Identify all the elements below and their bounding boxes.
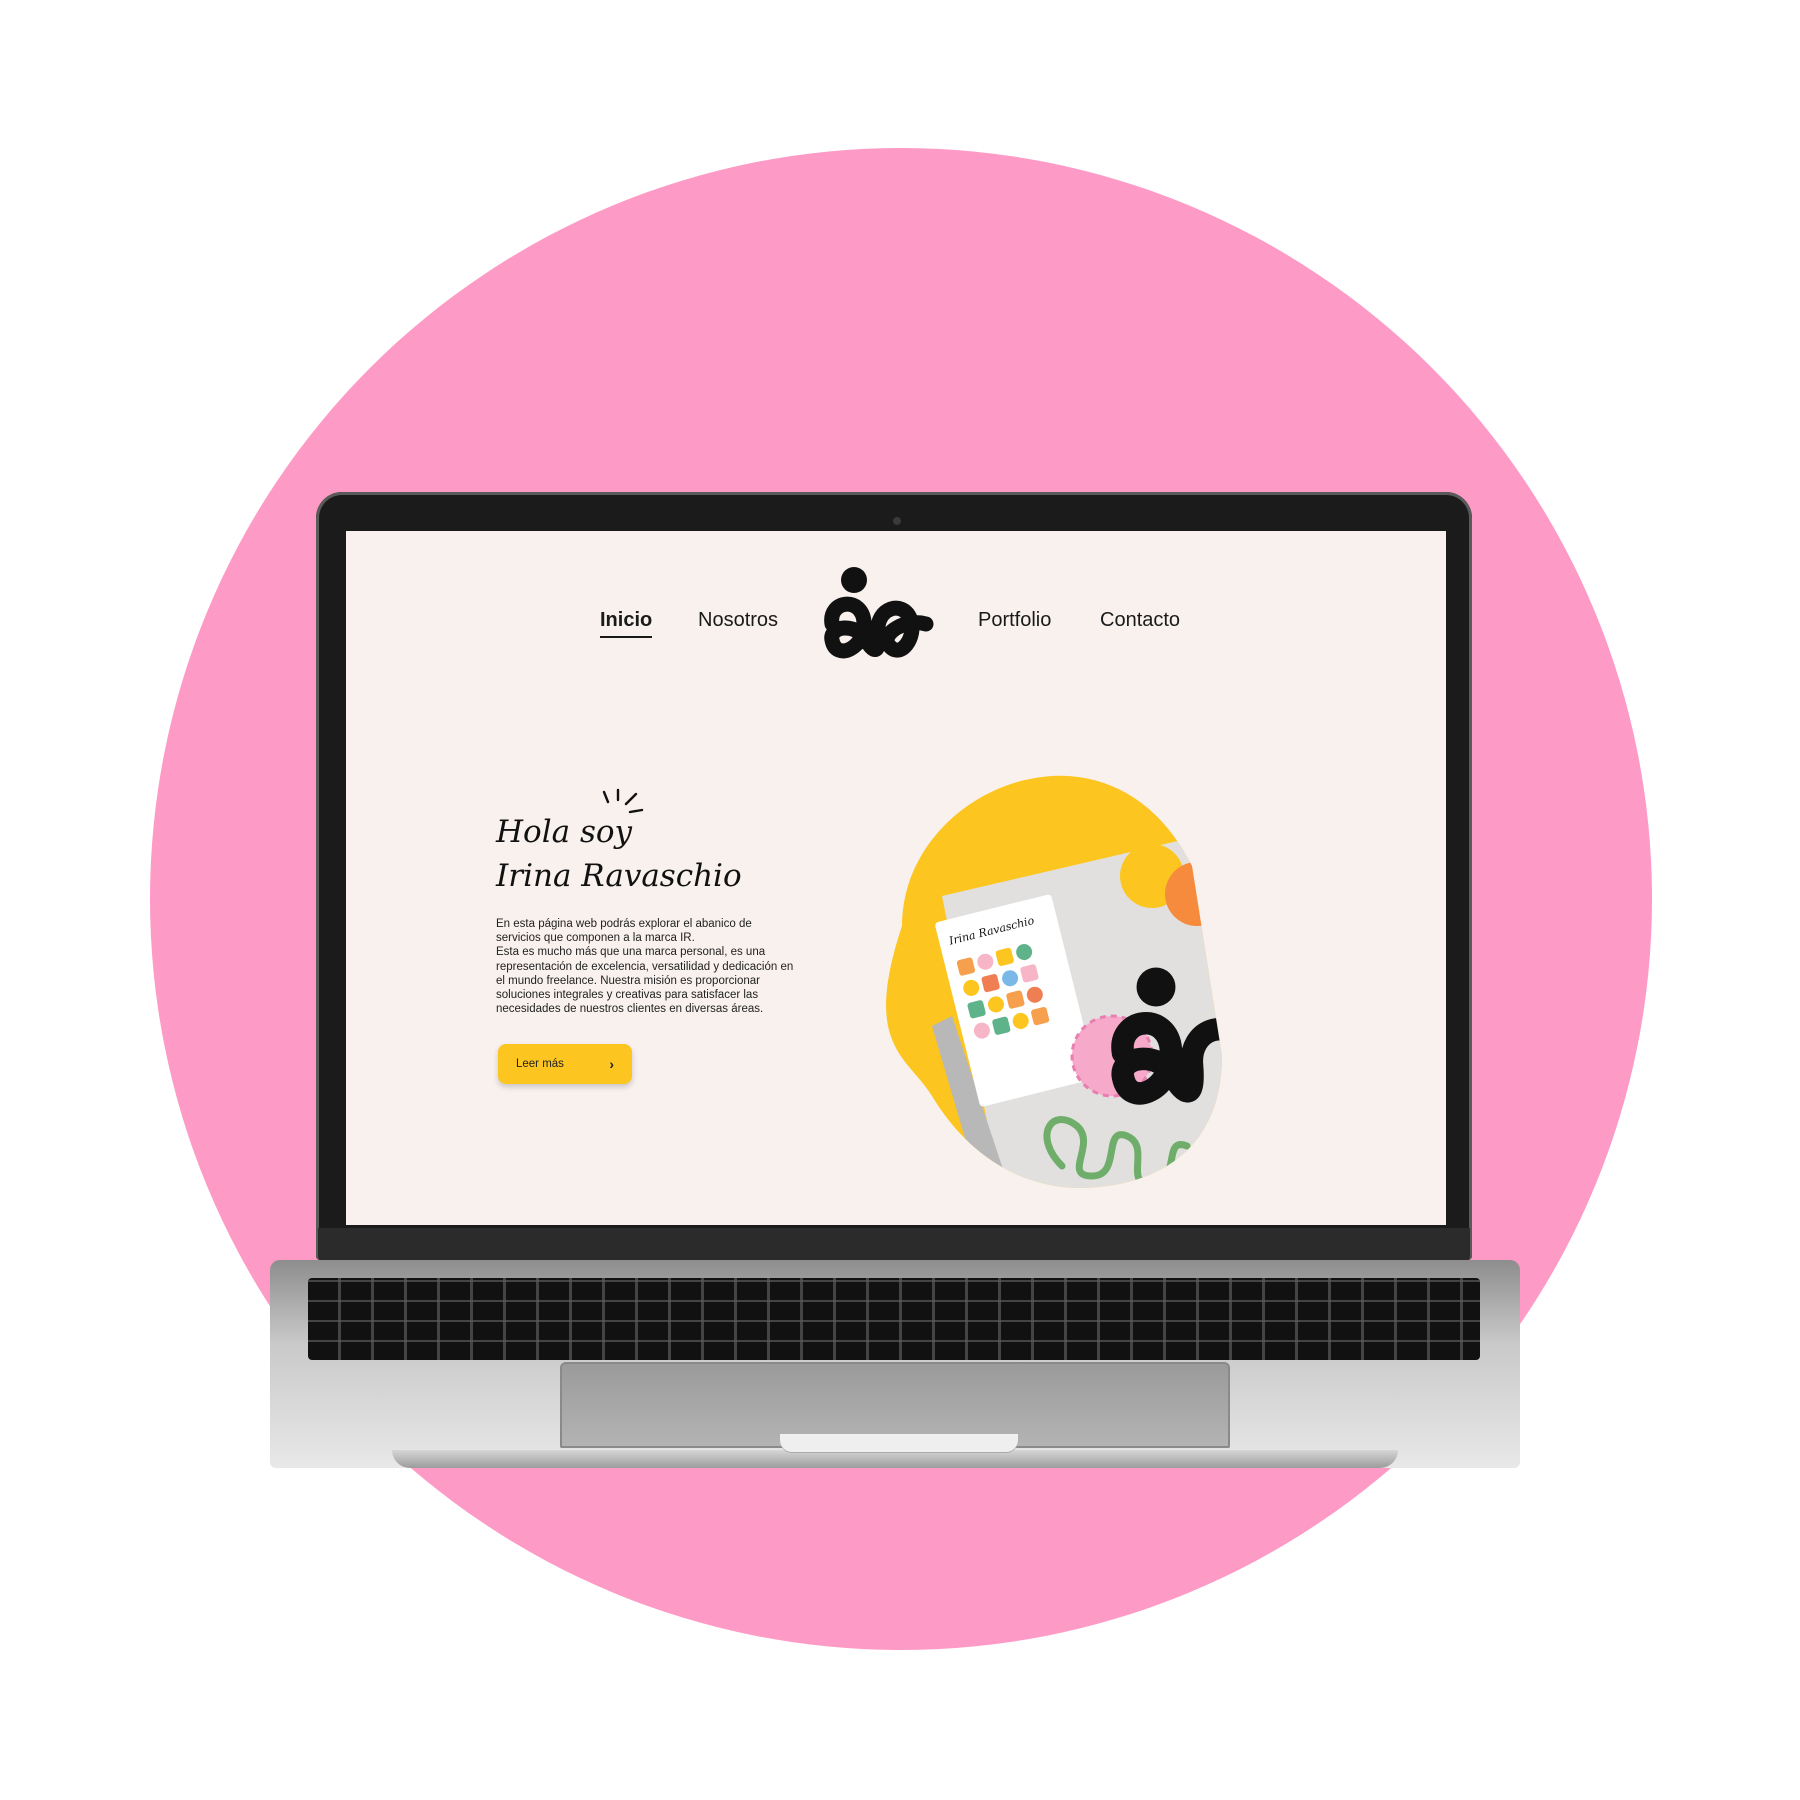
laptop-hinge [318,1228,1470,1262]
greeting-line-1: Hola soy [496,814,633,850]
chevron-right-icon: › [609,1056,614,1072]
greeting-line-2: Irina Ravaschio [496,858,742,894]
read-more-button[interactable]: Leer más › [498,1044,632,1084]
lid-opening-notch [780,1434,1018,1452]
orange-sticker [1165,862,1222,926]
brand-logo-icon[interactable] [818,566,938,678]
nav-contacto[interactable]: Contacto [1100,609,1180,632]
nav-nosotros[interactable]: Nosotros [698,609,778,632]
nav-portfolio[interactable]: Portfolio [978,609,1051,632]
hero-illustration: Irina Ravaschio [886,775,1222,1189]
keyboard [308,1278,1480,1360]
laptop-front-edge [392,1450,1398,1468]
read-more-label: Leer más [516,1058,564,1070]
intro-paragraph: En esta página web podrás explorar el ab… [496,918,794,1016]
nav-inicio[interactable]: Inicio [600,609,653,638]
webcam [893,517,901,525]
hero-greeting: Hola soy Irina Ravaschio [496,810,742,898]
